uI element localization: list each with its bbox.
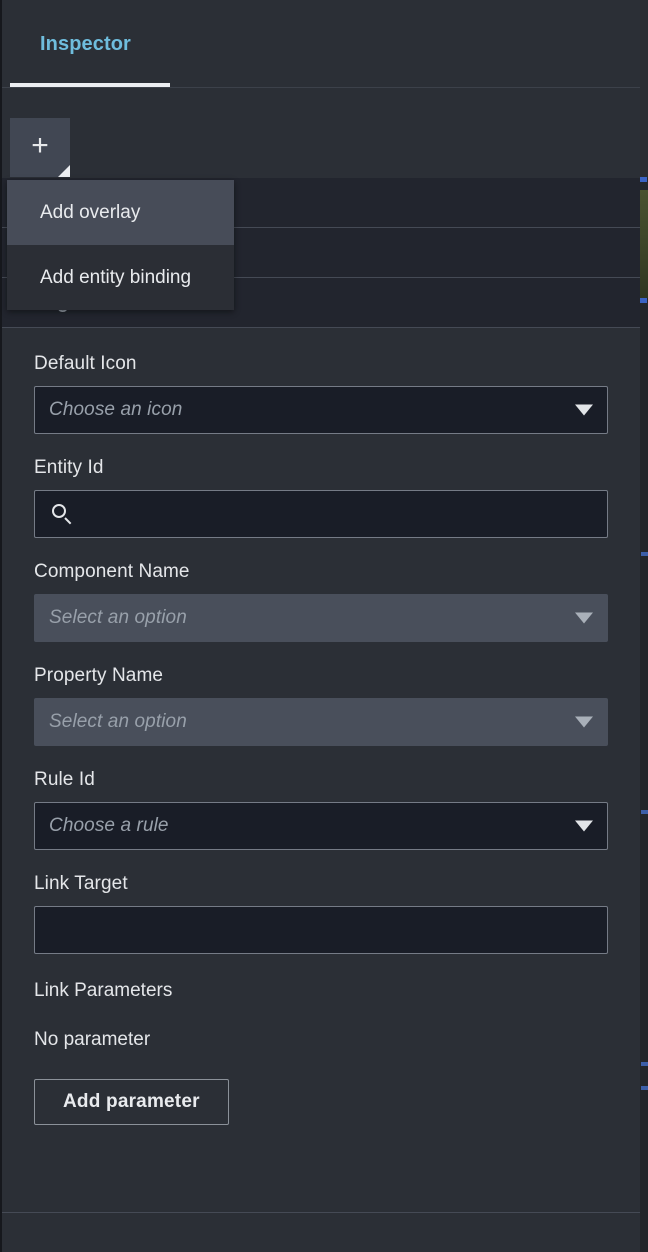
field-default-icon: Default Icon Choose an icon xyxy=(34,353,608,434)
rule-id-placeholder: Choose a rule xyxy=(49,815,169,836)
rule-id-select[interactable]: Choose a rule xyxy=(34,802,608,850)
search-icon xyxy=(52,503,73,525)
component-name-placeholder: Select an option xyxy=(49,607,187,628)
viewport-marker xyxy=(640,298,647,303)
field-label-default-icon: Default Icon xyxy=(34,353,137,374)
menu-item-add-entity-binding-label: Add entity binding xyxy=(40,266,192,288)
property-name-select[interactable]: Select an option xyxy=(34,698,608,746)
add-button[interactable]: + xyxy=(10,118,70,177)
chevron-down-icon xyxy=(575,612,593,624)
tab-active-indicator xyxy=(10,83,170,87)
viewport-marker xyxy=(641,810,648,814)
field-label-component-name: Component Name xyxy=(34,561,190,582)
menu-item-add-entity-binding[interactable]: Add entity binding xyxy=(7,245,234,310)
chevron-down-icon xyxy=(575,404,593,416)
default-icon-select[interactable]: Choose an icon xyxy=(34,386,608,434)
add-parameter-button[interactable]: Add parameter xyxy=(34,1079,229,1125)
field-label-rule-id: Rule Id xyxy=(34,769,95,790)
panel-footer xyxy=(2,1213,640,1252)
menu-indicator-icon xyxy=(58,165,70,177)
field-link-target: Link Target xyxy=(34,873,608,954)
viewport-marker xyxy=(641,1062,648,1066)
viewport-marker xyxy=(640,177,647,182)
tab-inspector-label: Inspector xyxy=(40,32,131,55)
default-icon-placeholder: Choose an icon xyxy=(49,399,183,420)
field-entity-id: Entity Id xyxy=(34,457,608,538)
link-parameters-label: Link Parameters xyxy=(34,980,173,1001)
viewport-marker xyxy=(641,1086,648,1090)
tab-inspector[interactable]: Inspector xyxy=(10,0,161,88)
inspector-panel: Inspector + ▾ ▾ ▾ Tag xyxy=(0,0,640,1252)
plus-icon: + xyxy=(31,129,49,162)
inspector-panel-screen: Inspector + ▾ ▾ ▾ Tag xyxy=(0,0,648,1252)
component-name-select[interactable]: Select an option xyxy=(34,594,608,642)
field-label-link-target: Link Target xyxy=(34,873,128,894)
viewport-terrain xyxy=(640,190,648,298)
link-target-input[interactable] xyxy=(34,906,608,954)
link-parameters-empty-text: No parameter xyxy=(34,1029,151,1050)
menu-item-add-overlay[interactable]: Add overlay xyxy=(7,180,234,245)
viewport-sky xyxy=(640,0,648,178)
field-label-property-name: Property Name xyxy=(34,665,164,686)
add-menu: Add overlay Add entity binding xyxy=(7,180,234,310)
inspector-toolbar: + xyxy=(2,88,640,178)
tag-properties-form: Default Icon Choose an icon Entity Id Co… xyxy=(2,330,640,1125)
entity-id-search-input[interactable] xyxy=(34,490,608,538)
field-component-name: Component Name Select an option xyxy=(34,561,608,642)
chevron-down-icon xyxy=(575,716,593,728)
field-rule-id: Rule Id Choose a rule xyxy=(34,769,608,850)
field-property-name: Property Name Select an option xyxy=(34,665,608,746)
tab-bar: Inspector xyxy=(2,0,640,88)
scene-viewport-edge xyxy=(640,0,648,1252)
menu-item-add-overlay-label: Add overlay xyxy=(40,201,141,223)
chevron-down-icon xyxy=(575,820,593,832)
property-name-placeholder: Select an option xyxy=(49,711,187,732)
viewport-marker xyxy=(641,552,648,556)
field-label-entity-id: Entity Id xyxy=(34,457,104,478)
